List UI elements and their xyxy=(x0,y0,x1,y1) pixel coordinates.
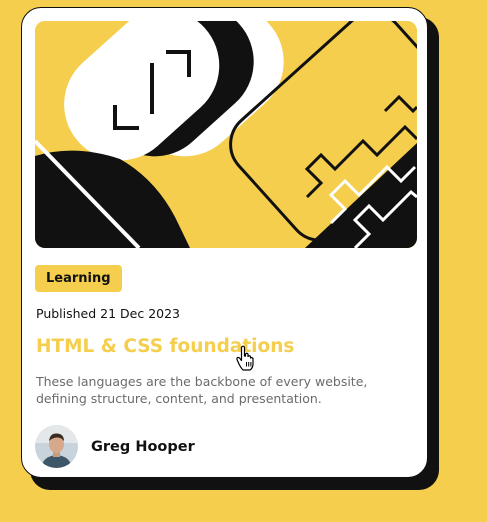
article-title-link[interactable]: HTML & CSS foundations xyxy=(36,336,294,357)
author-avatar xyxy=(35,425,78,468)
article-description: These languages are the backbone of ever… xyxy=(36,374,368,406)
author-name: Greg Hooper xyxy=(91,438,195,455)
published-date: Published 21 Dec 2023 xyxy=(36,306,181,321)
hero-illustration xyxy=(35,21,417,248)
author-info: Greg Hooper xyxy=(35,425,195,468)
blog-preview-card: Learning Published 21 Dec 2023 HTML & CS… xyxy=(21,7,428,478)
category-badge: Learning xyxy=(35,265,122,292)
